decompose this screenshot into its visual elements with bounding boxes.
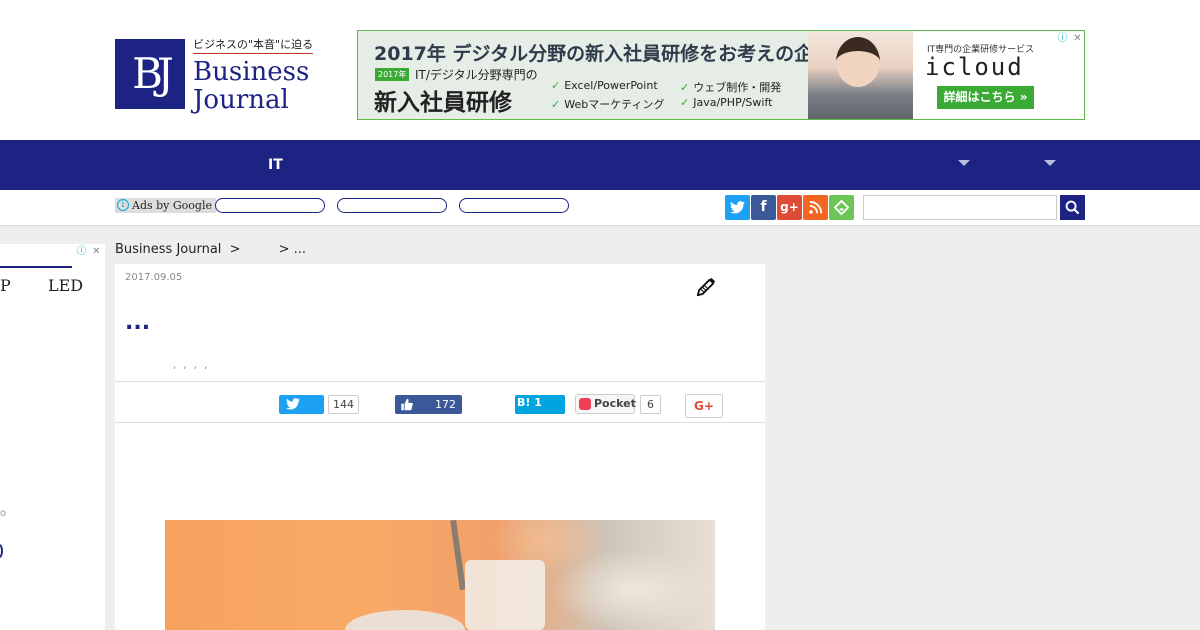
- info-icon: i: [117, 199, 129, 211]
- breadcrumb-separator: >: [229, 242, 241, 257]
- google-plus-share-button[interactable]: G+: [685, 394, 723, 418]
- left-ad-text: P: [0, 276, 11, 295]
- image-detail-hand: [345, 610, 465, 630]
- image-detail-badge: [465, 560, 545, 630]
- article-date: 2017.09.05: [125, 272, 183, 283]
- check-icon: ✓: [680, 96, 690, 109]
- site-logo[interactable]: BJ ビジネスの"本音"に迫る Business Journal: [115, 36, 314, 118]
- main-nav: IT: [0, 140, 1200, 190]
- ad-brand-logo: icloud: [925, 53, 1024, 81]
- ad-cta-button[interactable]: 詳細はこちら »: [937, 86, 1034, 109]
- facebook-like-button[interactable]: 172: [395, 395, 462, 414]
- ad-link-pill[interactable]: [459, 198, 569, 213]
- image-detail-strap: [450, 520, 466, 591]
- share-bar: 144 172 B! 1 Pocket 6 G+: [115, 381, 765, 423]
- twitter-icon: [286, 398, 300, 410]
- ad-close-icon[interactable]: ✕: [89, 244, 104, 259]
- left-ad-small-text: o: [0, 508, 7, 519]
- twitter-icon[interactable]: [725, 195, 750, 220]
- left-sidebar-ad[interactable]: P LED ⓘ ✕ o: [0, 244, 105, 630]
- rss-icon[interactable]: [803, 195, 828, 220]
- article-tags: , , , ,: [173, 360, 210, 371]
- ad-photo: [808, 31, 913, 119]
- article-hero-image: [165, 520, 715, 630]
- article-title: ...: [125, 310, 151, 335]
- pocket-button[interactable]: Pocket: [575, 394, 636, 414]
- thumbs-up-icon: [401, 398, 413, 411]
- breadcrumb-home-link[interactable]: Business Journal: [115, 242, 221, 257]
- site-header: BJ ビジネスの"本音"に迫る Business Journal 2017年 デ…: [0, 0, 1200, 140]
- search-input[interactable]: [863, 195, 1057, 220]
- adchoices[interactable]: ⓘ ✕: [74, 244, 104, 259]
- left-ad-divider: [0, 266, 72, 268]
- adchoices-info-icon[interactable]: ⓘ: [74, 244, 89, 259]
- sub-bar: i Ads by Google f g+: [0, 190, 1200, 226]
- check-icon: ✓: [551, 98, 561, 111]
- ad-close-icon[interactable]: ✕: [1070, 31, 1084, 46]
- ad-check-item: ✓ ウェブ制作・開発: [680, 81, 782, 94]
- pocket-icon: [579, 398, 591, 410]
- ad-main-text: 新入社員研修: [374, 90, 512, 116]
- nav-item-it[interactable]: IT: [268, 157, 283, 173]
- ads-by-google-label[interactable]: i Ads by Google: [115, 198, 216, 213]
- check-icon: ✓: [551, 79, 561, 92]
- pocket-count: 6: [640, 395, 661, 414]
- breadcrumb: Business Journal > > ...: [115, 242, 310, 257]
- logo-text-journal: Journal: [193, 85, 289, 115]
- adchoices[interactable]: ⓘ ✕: [1055, 31, 1084, 46]
- check-icon: ✓: [680, 81, 690, 94]
- logo-text-business: Business: [193, 57, 310, 87]
- ad-year-badge: 2017年: [375, 68, 410, 81]
- pencil-icon[interactable]: [695, 276, 717, 302]
- ad-check-item: ✓ Java/PHP/Swift: [680, 96, 773, 109]
- adchoices-info-icon[interactable]: ⓘ: [1055, 31, 1070, 46]
- logo-tagline: ビジネスの"本音"に迫る: [193, 36, 314, 54]
- page: BJ ビジネスの"本音"に迫る Business Journal 2017年 デ…: [0, 0, 1200, 630]
- feedly-icon[interactable]: [829, 195, 854, 220]
- nav-dropdown-caret-icon[interactable]: [1044, 160, 1056, 166]
- ad-photo-person: [836, 37, 880, 87]
- nav-dropdown-caret-icon[interactable]: [958, 160, 970, 166]
- breadcrumb-current: > ...: [278, 242, 307, 257]
- tweet-button[interactable]: [279, 395, 324, 414]
- left-ad-ring-icon: [0, 544, 3, 558]
- search-icon: [1065, 200, 1080, 215]
- article-card: 2017.09.05 ... , , , , 144 172 B! 1 Pock…: [115, 264, 765, 630]
- ad-subheadline: IT/デジタル分野専門の: [415, 68, 538, 82]
- top-ad-banner[interactable]: 2017年 デジタル分野の新入社員研修をお考えの企業さま 2017年 IT/デジ…: [357, 30, 1085, 120]
- hatena-bookmark-button[interactable]: B! 1: [515, 395, 565, 414]
- ad-headline: 2017年 デジタル分野の新入社員研修をお考えの企業さま: [374, 43, 871, 65]
- ad-link-pill[interactable]: [215, 198, 325, 213]
- ad-check-item: ✓ Excel/PowerPoint: [551, 79, 658, 92]
- ad-link-pill[interactable]: [337, 198, 447, 213]
- search-button[interactable]: [1060, 195, 1085, 220]
- logo-mark: BJ: [115, 39, 185, 109]
- facebook-icon[interactable]: f: [751, 195, 776, 220]
- tweet-count: 144: [328, 395, 359, 414]
- left-ad-text: LED: [48, 276, 84, 295]
- google-plus-icon[interactable]: g+: [777, 195, 802, 220]
- facebook-like-count: 172: [435, 398, 456, 411]
- ad-check-item: ✓ Webマーケティング: [551, 98, 665, 111]
